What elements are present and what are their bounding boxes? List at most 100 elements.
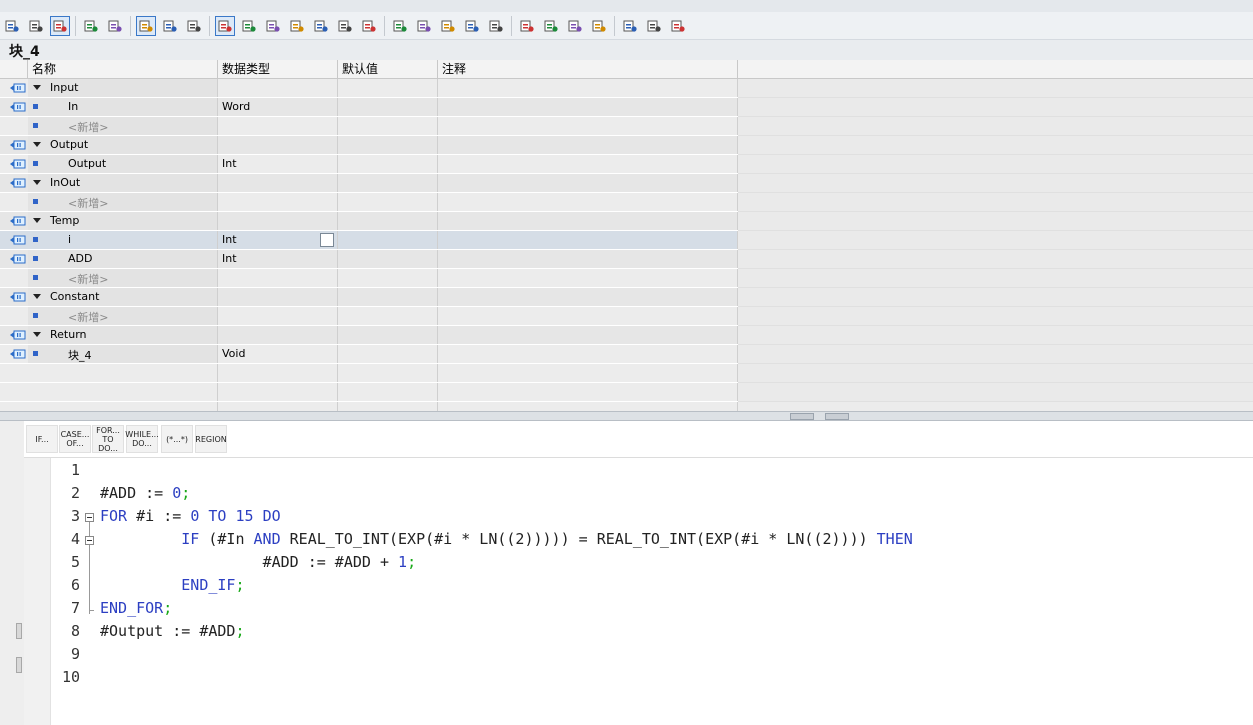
delete-icon[interactable] bbox=[239, 16, 259, 36]
fold-toggle-if[interactable] bbox=[85, 536, 94, 545]
cell-default[interactable] bbox=[338, 307, 438, 325]
add-new-row[interactable]: <新增> bbox=[0, 307, 738, 326]
cell-name[interactable]: Output bbox=[28, 155, 218, 173]
fold-toggle-for[interactable] bbox=[85, 513, 94, 522]
cell-default[interactable] bbox=[338, 345, 438, 363]
add-new-row[interactable]: <新增> bbox=[0, 269, 738, 288]
snippet-button[interactable]: FOR... TO DO... bbox=[92, 425, 124, 453]
expand-triangle-icon[interactable] bbox=[33, 142, 41, 147]
cell-type[interactable] bbox=[218, 136, 338, 154]
cell-type[interactable] bbox=[218, 117, 338, 135]
cell-comment[interactable] bbox=[438, 174, 738, 192]
cell-name[interactable]: <新增> bbox=[28, 117, 218, 135]
cell-name[interactable]: Input bbox=[28, 79, 218, 97]
cell-type[interactable]: Int bbox=[218, 231, 338, 249]
cell-comment[interactable] bbox=[438, 288, 738, 306]
step-back-icon[interactable] bbox=[565, 16, 585, 36]
cell-type[interactable] bbox=[218, 79, 338, 97]
absolute-info-icon[interactable] bbox=[184, 16, 204, 36]
interface-variable-row[interactable]: Output Int bbox=[0, 155, 738, 174]
cell-comment[interactable] bbox=[438, 98, 738, 116]
interface-section-row[interactable]: InOut bbox=[0, 174, 738, 193]
sync-icon[interactable] bbox=[287, 16, 307, 36]
code-line[interactable]: IF (#In AND REAL_TO_INT(EXP(#i * LN((2))… bbox=[100, 530, 913, 548]
cell-comment[interactable] bbox=[438, 136, 738, 154]
monitor-search-icon[interactable] bbox=[589, 16, 609, 36]
cell-default[interactable] bbox=[338, 326, 438, 344]
code-line[interactable]: END_FOR; bbox=[100, 599, 172, 617]
cell-name[interactable]: Temp bbox=[28, 212, 218, 230]
splitter-down-grip[interactable] bbox=[825, 413, 849, 420]
code-line[interactable]: #ADD := #ADD + 1; bbox=[100, 553, 417, 571]
interface-section-row[interactable]: Input bbox=[0, 79, 738, 98]
interface-variable-row[interactable]: In Word bbox=[0, 98, 738, 117]
cell-name[interactable]: i bbox=[28, 231, 218, 249]
cursor-icon[interactable] bbox=[2, 16, 22, 36]
expand-triangle-icon[interactable] bbox=[33, 294, 41, 299]
cell-name[interactable]: ADD bbox=[28, 250, 218, 268]
delete-breakpoint-icon[interactable] bbox=[215, 15, 235, 36]
cell-name[interactable]: Output bbox=[28, 136, 218, 154]
cell-name[interactable]: 块_4 bbox=[28, 345, 218, 363]
outdent-icon[interactable] bbox=[414, 16, 434, 36]
column-header-type[interactable]: 数据类型 bbox=[218, 60, 338, 78]
insert-network-icon[interactable] bbox=[26, 16, 46, 36]
download-icon[interactable] bbox=[50, 15, 70, 36]
cell-name[interactable]: <新增> bbox=[28, 269, 218, 287]
cell-name[interactable]: Constant bbox=[28, 288, 218, 306]
cell-default[interactable] bbox=[338, 250, 438, 268]
snippet-button[interactable]: WHILE... DO... bbox=[125, 425, 159, 453]
column-header-name[interactable]: 名称 bbox=[28, 60, 218, 78]
go-to-previous-icon[interactable] bbox=[359, 16, 379, 36]
watch-off-icon[interactable] bbox=[644, 16, 664, 36]
expand-left-button[interactable] bbox=[16, 657, 22, 673]
snippet-button[interactable]: REGION bbox=[195, 425, 227, 453]
cell-default[interactable] bbox=[338, 288, 438, 306]
cell-default[interactable] bbox=[338, 79, 438, 97]
cell-type[interactable] bbox=[218, 288, 338, 306]
cell-name[interactable]: InOut bbox=[28, 174, 218, 192]
refresh-icon[interactable] bbox=[263, 16, 283, 36]
interface-section-row[interactable]: Return bbox=[0, 326, 738, 345]
cell-name[interactable]: In bbox=[28, 98, 218, 116]
cell-default[interactable] bbox=[338, 98, 438, 116]
interface-variable-row[interactable]: i Int bbox=[0, 231, 738, 250]
code-line[interactable]: FOR #i := 0 TO 15 DO bbox=[100, 507, 281, 525]
watch-icon[interactable] bbox=[620, 16, 640, 36]
snippet-button[interactable]: (*...*) bbox=[161, 425, 193, 453]
cell-default[interactable] bbox=[338, 136, 438, 154]
monitor-icon[interactable] bbox=[160, 16, 180, 36]
cell-comment[interactable] bbox=[438, 231, 738, 249]
interface-icon[interactable] bbox=[136, 15, 156, 36]
cell-type[interactable]: Void bbox=[218, 345, 338, 363]
cell-default[interactable] bbox=[338, 155, 438, 173]
cell-type[interactable] bbox=[218, 269, 338, 287]
cell-comment[interactable] bbox=[438, 307, 738, 325]
cell-default[interactable] bbox=[338, 193, 438, 211]
cell-default[interactable] bbox=[338, 231, 438, 249]
download-arrow-icon[interactable] bbox=[335, 16, 355, 36]
cell-comment[interactable] bbox=[438, 269, 738, 287]
cell-type[interactable] bbox=[218, 307, 338, 325]
expand-triangle-icon[interactable] bbox=[33, 332, 41, 337]
interface-variable-row[interactable]: 块_4 Void bbox=[0, 345, 738, 364]
cell-name[interactable]: <新增> bbox=[28, 307, 218, 325]
bookmark-icon[interactable] bbox=[462, 16, 482, 36]
cell-name[interactable]: <新增> bbox=[28, 193, 218, 211]
cell-name[interactable]: Return bbox=[28, 326, 218, 344]
comment-icon[interactable] bbox=[311, 16, 331, 36]
cell-comment[interactable] bbox=[438, 326, 738, 344]
pane-splitter[interactable] bbox=[0, 411, 1253, 421]
cell-type[interactable] bbox=[218, 326, 338, 344]
cell-type[interactable] bbox=[218, 174, 338, 192]
cell-type[interactable]: Int bbox=[218, 250, 338, 268]
cell-comment[interactable] bbox=[438, 193, 738, 211]
cell-default[interactable] bbox=[338, 117, 438, 135]
interface-section-row[interactable]: Output bbox=[0, 136, 738, 155]
interface-section-row[interactable]: Temp bbox=[0, 212, 738, 231]
cell-comment[interactable] bbox=[438, 117, 738, 135]
cell-comment[interactable] bbox=[438, 79, 738, 97]
cell-type[interactable]: Int bbox=[218, 155, 338, 173]
code-line[interactable]: #ADD := 0; bbox=[100, 484, 190, 502]
expand-triangle-icon[interactable] bbox=[33, 218, 41, 223]
